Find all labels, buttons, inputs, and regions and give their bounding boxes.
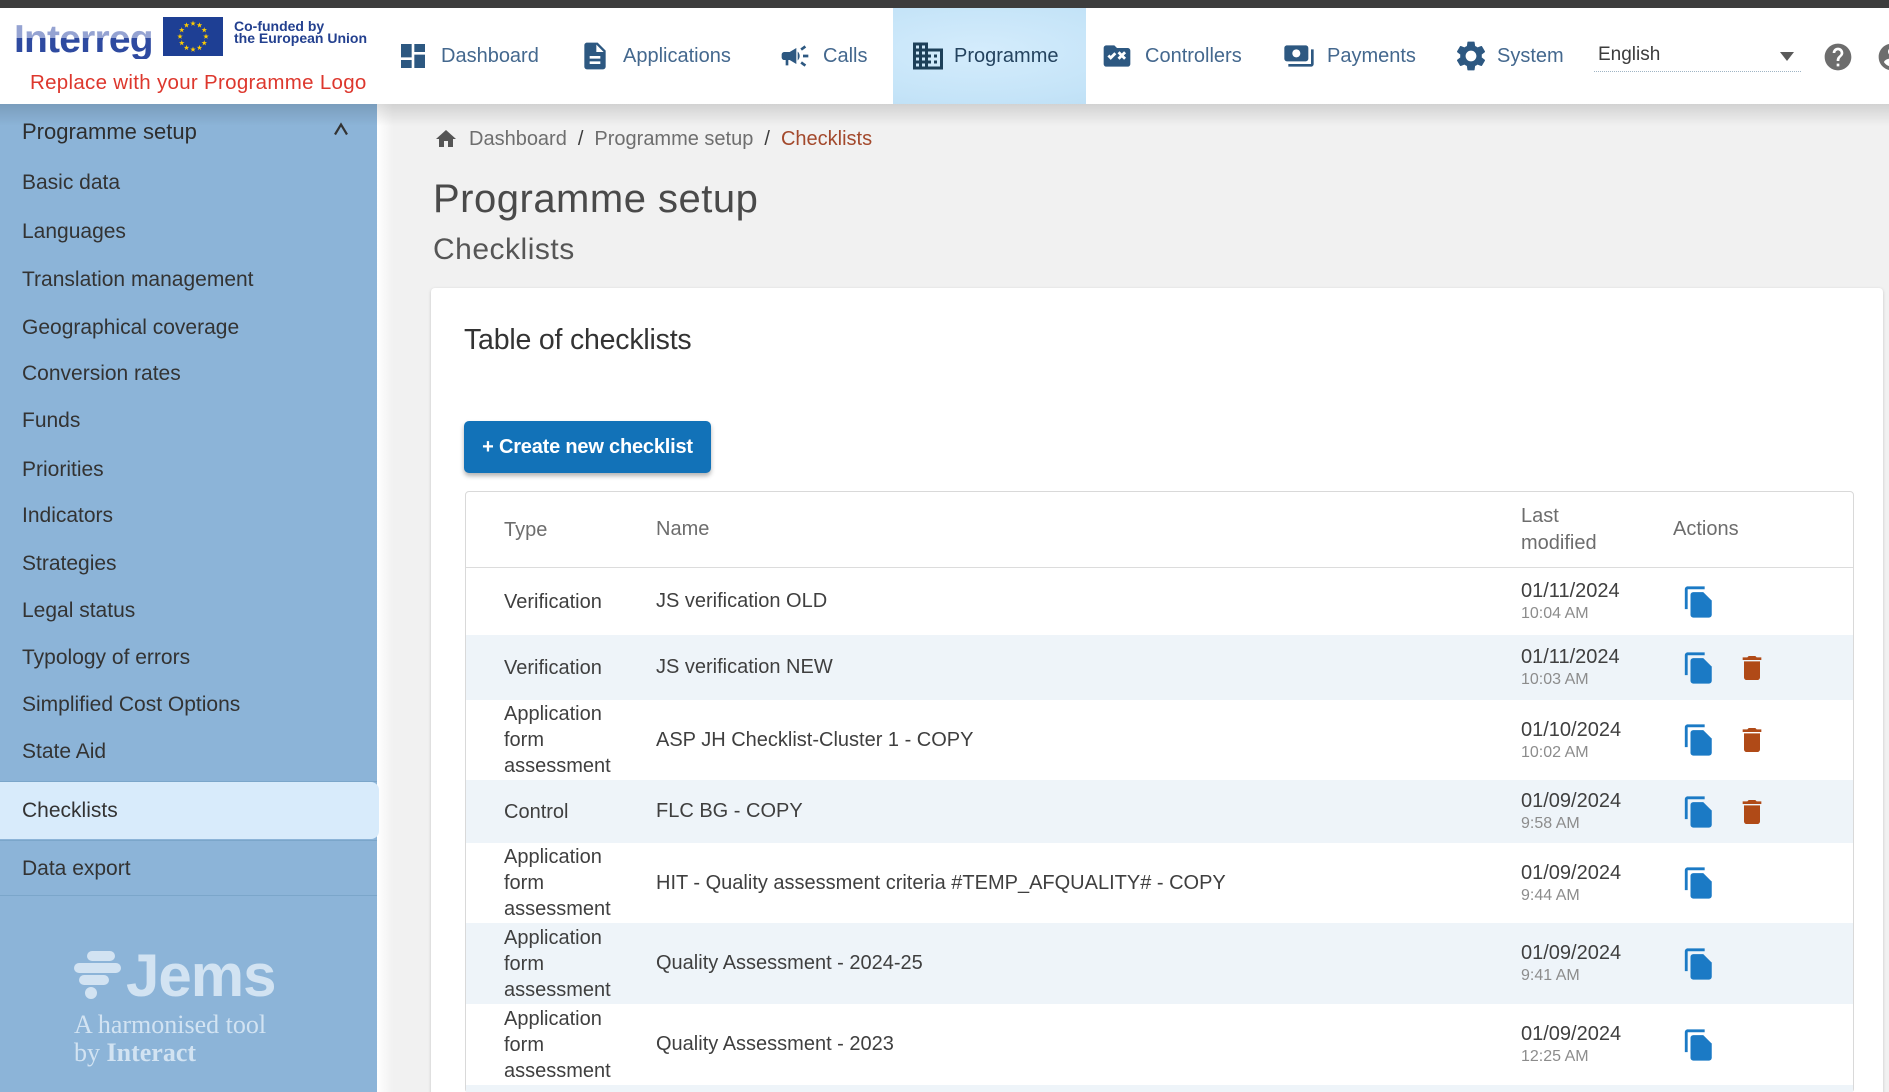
svg-text:Jems: Jems [126, 948, 274, 1000]
